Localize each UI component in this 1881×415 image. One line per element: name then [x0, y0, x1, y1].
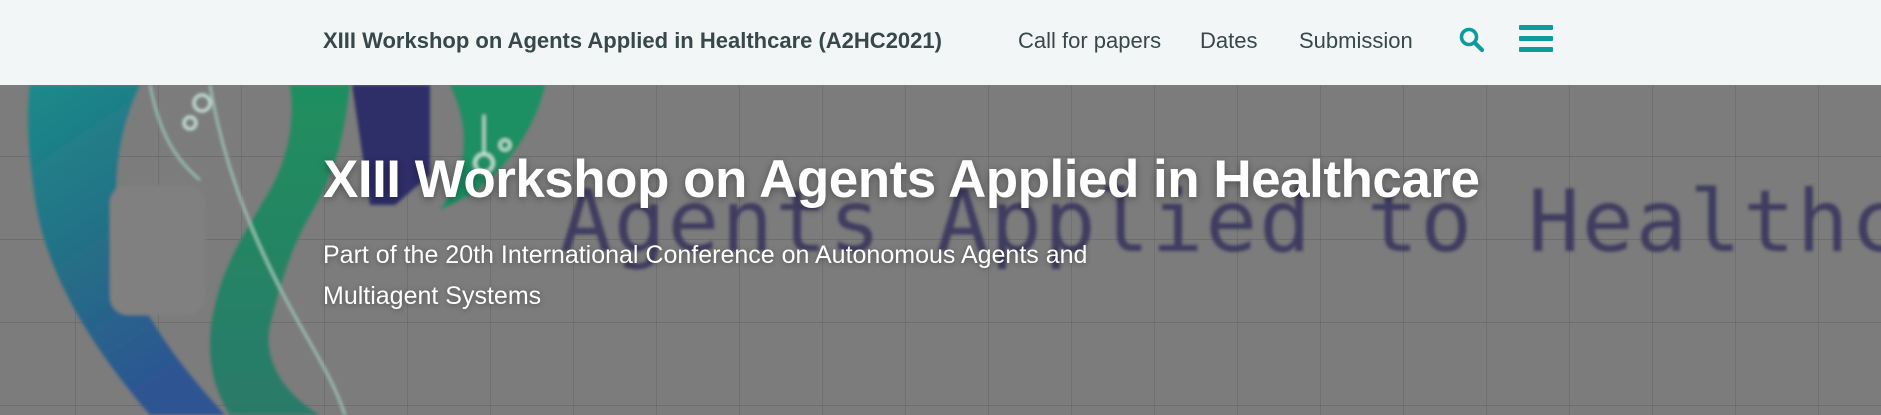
hero-title: XIII Workshop on Agents Applied in Healt…	[323, 150, 1480, 209]
nav-item-dates[interactable]: Dates	[1200, 0, 1257, 82]
nav-item-call-for-papers[interactable]: Call for papers	[1018, 0, 1161, 82]
search-button[interactable]	[1458, 26, 1486, 54]
search-icon	[1459, 27, 1485, 53]
hamburger-menu-button[interactable]	[1519, 24, 1553, 54]
hamburger-menu-icon	[1519, 25, 1553, 30]
site-title-link[interactable]: XIII Workshop on Agents Applied in Healt…	[323, 0, 942, 85]
nav-item-submission[interactable]: Submission	[1299, 0, 1413, 82]
hamburger-menu-bar	[1519, 36, 1553, 41]
hero-subtitle: Part of the 20th International Conferenc…	[323, 241, 1088, 310]
hamburger-menu-bar	[1519, 47, 1553, 52]
top-navigation-bar: XIII Workshop on Agents Applied in Healt…	[0, 0, 1881, 85]
hero-banner: Agents Applied to Healthcare XIII Worksh…	[0, 85, 1881, 415]
